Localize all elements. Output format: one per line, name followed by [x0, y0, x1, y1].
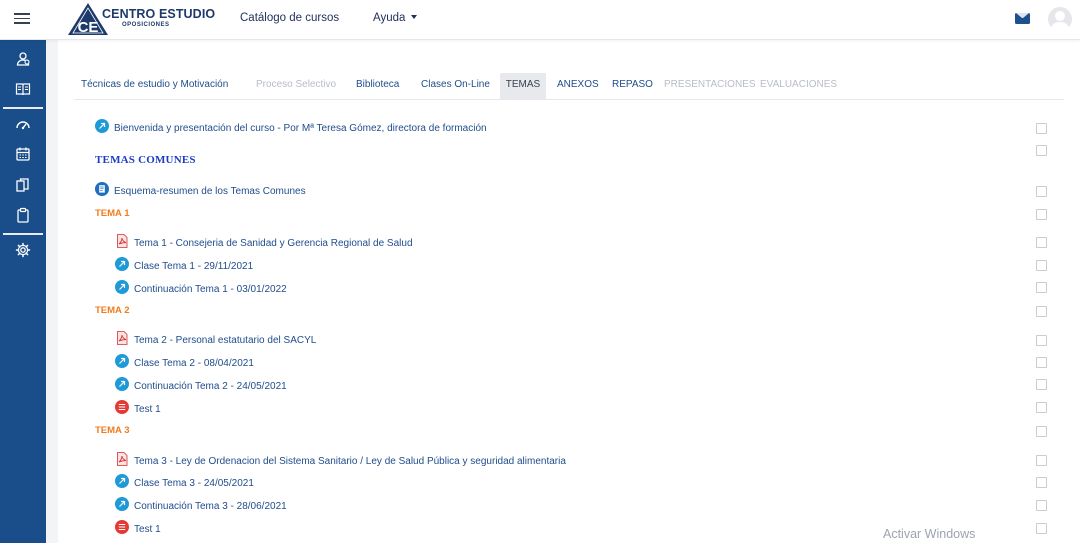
activity-label: Clase Tema 2 - 08/04/2021 — [134, 358, 254, 369]
user-avatar[interactable] — [1048, 7, 1072, 31]
url-link-icon — [115, 473, 129, 488]
completion-checkbox[interactable] — [1036, 209, 1047, 220]
tab-evaluaciones: EVALUACIONES — [760, 79, 838, 90]
caret-down-icon — [411, 15, 418, 19]
users-icon[interactable] — [15, 51, 31, 67]
tab-repaso[interactable]: REPASO — [606, 73, 659, 100]
completion-checkbox[interactable] — [1036, 335, 1047, 346]
tab-proceso-selectivo: Proceso Selectivo — [256, 79, 337, 90]
tema-title-3: TEMA 3 — [95, 425, 130, 436]
completion-checkbox[interactable] — [1036, 523, 1047, 534]
activity-label: Tema 2 - Personal estatutario del SACYL — [134, 335, 317, 346]
tab-clases-online[interactable]: Clases On-Line — [415, 73, 496, 100]
activity-welcome[interactable]: Bienvenida y presentación del curso - Po… — [95, 118, 487, 138]
activity-esquema[interactable]: Esquema-resumen de los Temas Comunes — [95, 181, 306, 201]
tab-temas[interactable]: TEMAS — [500, 73, 546, 100]
completion-checkbox[interactable] — [1036, 455, 1047, 466]
quiz-icon — [115, 399, 129, 414]
clipboard-icon[interactable] — [15, 207, 31, 223]
completion-checkbox[interactable] — [1036, 123, 1047, 134]
sidebar-divider — [3, 107, 43, 109]
tema-title-1: TEMA 1 — [95, 208, 130, 219]
logo-subtitle: OPOSICIONES — [122, 22, 170, 28]
url-link-icon — [115, 496, 129, 511]
completion-checkbox[interactable] — [1036, 500, 1047, 511]
site-logo[interactable]: CE CENTRO ESTUDIO OPOSICIONES — [66, 2, 215, 36]
completion-checkbox[interactable] — [1036, 306, 1047, 317]
activity-label: Esquema-resumen de los Temas Comunes — [114, 186, 306, 197]
pdf-file-icon — [117, 451, 128, 466]
completion-checkbox[interactable] — [1036, 145, 1047, 156]
completion-checkbox[interactable] — [1036, 260, 1047, 271]
activity-label: Clase Tema 3 - 24/05/2021 — [134, 478, 254, 489]
quiz-icon — [115, 519, 129, 534]
page-resource-icon — [95, 181, 109, 196]
calendar-icon[interactable] — [15, 146, 31, 162]
completion-checkbox[interactable] — [1036, 186, 1047, 197]
url-link-icon — [115, 353, 129, 368]
activity-label: Clase Tema 1 - 29/11/2021 — [134, 261, 254, 272]
gear-icon[interactable] — [15, 242, 31, 258]
completion-checkbox[interactable] — [1036, 357, 1047, 368]
activity-tema2-test[interactable]: Test 1 — [115, 399, 161, 419]
mail-icon[interactable] — [1015, 13, 1030, 24]
url-link-icon — [115, 256, 129, 271]
completion-checkbox[interactable] — [1036, 237, 1047, 248]
url-link-icon — [95, 118, 109, 133]
activity-label: Tema 3 - Ley de Ordenacion del Sistema S… — [134, 456, 566, 467]
activity-tema1-pdf[interactable]: Tema 1 - Consejeria de Sanidad y Gerenci… — [115, 233, 413, 253]
completion-checkbox[interactable] — [1036, 282, 1047, 293]
activity-label: Tema 1 - Consejeria de Sanidad y Gerenci… — [134, 238, 413, 249]
windows-activation-watermark: Activar Windows — [883, 527, 976, 541]
activity-label: Continuación Tema 3 - 28/06/2021 — [134, 501, 287, 512]
tab-presentaciones: PRESENTACIONES — [664, 79, 756, 90]
dashboard-icon[interactable] — [15, 116, 31, 132]
course-tabs: Técnicas de estudio y Motivación Proceso… — [74, 73, 1064, 100]
section-title-temas-comunes: TEMAS COMUNES — [95, 154, 196, 166]
activity-tema2-pdf[interactable]: Tema 2 - Personal estatutario del SACYL — [115, 330, 316, 350]
activity-tema2-clase[interactable]: Clase Tema 2 - 08/04/2021 — [115, 353, 254, 373]
tab-anexos[interactable]: ANEXOS — [551, 73, 605, 100]
activity-tema2-continuacion[interactable]: Continuación Tema 2 - 24/05/2021 — [115, 376, 287, 396]
completion-checkbox[interactable] — [1036, 426, 1047, 437]
activity-tema1-clase[interactable]: Clase Tema 1 - 29/11/2021 — [115, 256, 253, 276]
menu-toggle-icon[interactable] — [14, 10, 30, 28]
activity-tema3-test[interactable]: Test 1 — [115, 519, 161, 539]
tab-tecnicas-estudio[interactable]: Técnicas de estudio y Motivación — [75, 73, 234, 100]
activity-tema1-continuacion[interactable]: Continuación Tema 1 - 03/01/2022 — [115, 279, 287, 299]
completion-checkbox[interactable] — [1036, 402, 1047, 413]
sidebar-divider — [3, 233, 43, 235]
url-link-icon — [115, 279, 129, 294]
help-link-label: Ayuda — [373, 12, 406, 24]
activity-label: Bienvenida y presentación del curso - Po… — [114, 123, 487, 134]
top-navbar: CE CENTRO ESTUDIO OPOSICIONES Catálogo d… — [0, 0, 1080, 40]
activity-label: Test 1 — [134, 524, 161, 535]
activity-label: Continuación Tema 1 - 03/01/2022 — [134, 284, 287, 295]
url-link-icon — [115, 376, 129, 391]
pdf-file-icon — [117, 233, 128, 248]
left-sidebar — [0, 40, 46, 543]
tab-biblioteca[interactable]: Biblioteca — [350, 73, 405, 100]
activity-tema3-pdf[interactable]: Tema 3 - Ley de Ordenacion del Sistema S… — [115, 451, 566, 471]
activity-label: Continuación Tema 2 - 24/05/2021 — [134, 381, 287, 392]
catalog-link[interactable]: Catálogo de cursos — [240, 12, 339, 24]
course-content-panel: Técnicas de estudio y Motivación Proceso… — [58, 40, 1080, 543]
activity-tema3-clase[interactable]: Clase Tema 3 - 24/05/2021 — [115, 473, 254, 493]
pdf-file-icon — [117, 330, 128, 345]
book-icon[interactable] — [15, 81, 31, 97]
completion-checkbox[interactable] — [1036, 477, 1047, 488]
help-menu[interactable]: Ayuda — [373, 12, 418, 24]
files-icon[interactable] — [15, 177, 31, 193]
logo-letters: CE — [78, 19, 99, 36]
tema-title-2: TEMA 2 — [95, 305, 130, 316]
activity-label: Test 1 — [134, 404, 161, 415]
completion-checkbox[interactable] — [1036, 379, 1047, 390]
activity-tema3-continuacion[interactable]: Continuación Tema 3 - 28/06/2021 — [115, 496, 287, 516]
logo-name: CENTRO ESTUDIO — [102, 7, 216, 21]
